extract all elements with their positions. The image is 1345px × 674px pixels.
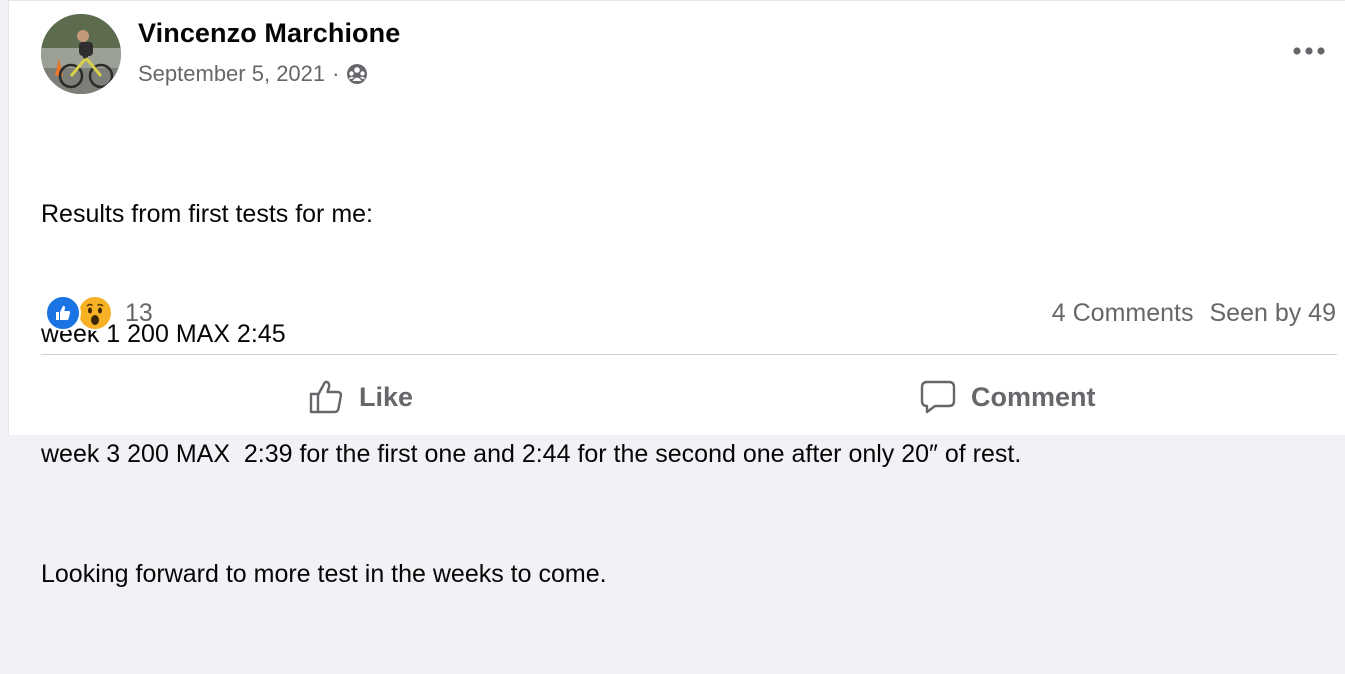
group-audience-icon [345, 62, 369, 86]
post-card: Vincenzo Marchione September 5, 2021 · R… [8, 0, 1345, 588]
comments-count-link[interactable]: 4 Comments [1052, 299, 1194, 328]
like-button[interactable]: Like [307, 373, 413, 421]
post-line: Results from first tests for me: [41, 200, 374, 228]
comment-button[interactable]: Comment [919, 373, 1096, 421]
comment-bubble-icon [920, 380, 956, 414]
thumbs-up-icon [309, 380, 343, 414]
divider [41, 354, 1337, 355]
comment-button-label: Comment [971, 381, 1096, 412]
reactions-summary[interactable]: 13 [45, 293, 153, 333]
post-date[interactable]: September 5, 2021 [138, 61, 325, 87]
more-options-icon [1293, 47, 1325, 55]
post-body: Results from first tests for me: week 1 … [41, 114, 1331, 674]
post-meta: September 5, 2021 · [138, 61, 369, 87]
post-stats: 4 Comments Seen by 49 [1052, 293, 1336, 333]
like-button-label: Like [359, 381, 414, 412]
post-line: Looking forward to more test in the week… [41, 560, 607, 588]
seen-by-count[interactable]: Seen by 49 [1210, 299, 1337, 328]
avatar[interactable] [41, 14, 121, 94]
like-reaction-icon [45, 295, 81, 331]
avatar-photo [41, 14, 121, 94]
author-name[interactable]: Vincenzo Marchione [138, 18, 400, 49]
meta-separator: · [332, 61, 340, 86]
wow-reaction-icon [77, 295, 113, 331]
more-options-button[interactable] [1287, 31, 1331, 71]
post-line: week 3 200 MAX 2:39 for the first one an… [41, 440, 1022, 468]
reaction-count: 13 [125, 298, 153, 327]
reaction-icons [45, 295, 113, 331]
